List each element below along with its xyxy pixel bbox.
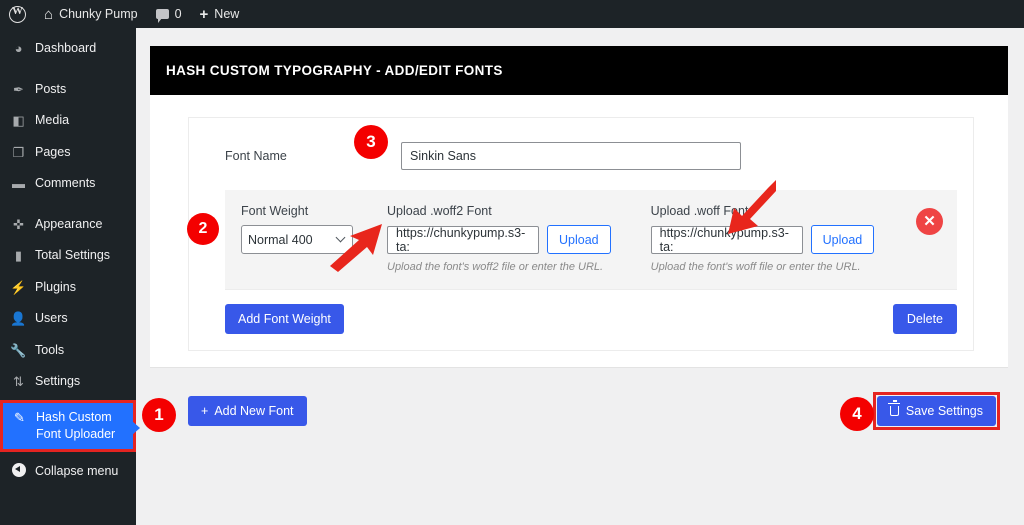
sidebar-item-plugins[interactable]: ⚡ Plugins (0, 272, 136, 304)
sidebar-item-label: Plugins (35, 279, 76, 294)
admin-bar: ⌂ Chunky Pump 0 + New (0, 0, 1024, 28)
main-content: HASH CUSTOM TYPOGRAPHY - ADD/EDIT FONTS … (136, 28, 1024, 525)
home-icon: ⌂ (44, 5, 54, 23)
save-settings-label: Save Settings (905, 404, 983, 418)
close-x-icon: ✕ (923, 213, 936, 230)
font-name-row: Font Name Sinkin Sans (189, 134, 973, 190)
woff-upload-button[interactable]: Upload (810, 225, 875, 254)
annotation-badge-3: 3 (354, 125, 388, 159)
media-icon: ◧ (12, 113, 25, 129)
woff2-field: Upload .woff2 Font https://chunkypump.s3… (387, 204, 611, 273)
sidebar-item-label: Comments (35, 176, 96, 191)
remove-font-weight-button[interactable]: ✕ (916, 208, 943, 235)
comment-bubble-icon (155, 9, 169, 23)
annotation-badge-1: 1 (142, 398, 176, 432)
sidebar-item-users[interactable]: 👤 Users (0, 303, 136, 335)
sidebar-item-settings[interactable]: ⇅ Settings (0, 366, 136, 398)
add-new-font-label: Add New Font (214, 404, 294, 418)
sidebar-item-tools[interactable]: 🔧 Tools (0, 335, 136, 367)
comments-button[interactable]: 0 (147, 0, 191, 28)
sidebar-item-appearance[interactable]: ✜ Appearance (0, 209, 136, 241)
plus-icon: + (201, 404, 209, 418)
comments-count: 0 (174, 7, 182, 21)
woff-hint: Upload the font's woff file or enter the… (650, 261, 861, 273)
page-title: HASH CUSTOM TYPOGRAPHY - ADD/EDIT FONTS (150, 46, 1008, 95)
trash-icon (888, 400, 901, 416)
admin-sidebar: ◕ Dashboard ✒ Posts ◧ Media ❐ Pages ▬ Co… (0, 28, 136, 525)
sidebar-item-label: Dashboard (35, 41, 97, 55)
sidebar-divider (0, 200, 136, 209)
dashboard-icon: ◕ (14, 41, 23, 56)
font-weight-block: Font Weight Normal 400 Upload .woff2 Fon (225, 190, 957, 289)
sidebar-item-label: Appearance (35, 216, 103, 231)
wordpress-logo-icon (9, 5, 26, 23)
new-label: New (214, 7, 240, 21)
collapse-menu-label: Collapse menu (35, 463, 119, 478)
add-new-font-button[interactable]: + Add New Font (188, 396, 307, 426)
bottom-action-bar: + Add New Font Save Settings (150, 392, 1008, 434)
site-name-label: Chunky Pump (59, 7, 138, 21)
comment-icon: ▬ (12, 176, 25, 192)
delete-font-button[interactable]: Delete (892, 304, 957, 334)
pin-icon: ✒ (13, 81, 24, 97)
annotation-badge-4: 4 (840, 397, 874, 431)
wrench-icon: 🔧 (10, 342, 27, 358)
sidebar-item-label: Settings (35, 374, 81, 389)
sidebar-item-dashboard[interactable]: ◕ Dashboard (0, 28, 136, 65)
font-weight-select-wrap: Normal 400 (241, 225, 353, 254)
sliders-icon: ⇅ (13, 374, 24, 390)
wordpress-logo-button[interactable] (0, 0, 35, 28)
collapse-arrow-icon (10, 462, 27, 482)
user-icon: 👤 (10, 311, 27, 327)
sidebar-item-total-settings[interactable]: ▮ Total Settings (0, 240, 136, 272)
sidebar-item-media[interactable]: ◧ Media (0, 105, 136, 137)
sidebar-item-label: Users (35, 311, 68, 326)
sidebar-item-hash-custom-font-uploader[interactable]: ✎ Hash Custom Font Uploader (0, 400, 136, 452)
sidebar-item-label: Media (35, 113, 70, 128)
sidebar-item-label: Posts (35, 81, 67, 96)
sidebar-item-label: Pages (35, 144, 71, 159)
add-font-weight-button[interactable]: Add Font Weight (225, 304, 344, 334)
font-card: Font Name Sinkin Sans Font Weight Normal… (188, 117, 974, 351)
site-name-button[interactable]: ⌂ Chunky Pump (35, 0, 147, 28)
pages-icon: ❐ (12, 144, 25, 160)
sidebar-item-comments[interactable]: ▬ Comments (0, 168, 136, 200)
sidebar-item-label: Tools (35, 342, 65, 357)
total-settings-icon: ▮ (14, 248, 23, 264)
woff-label: Upload .woff Font (650, 204, 749, 218)
new-content-button[interactable]: + New (191, 0, 249, 28)
woff-field: Upload .woff Font https://chunkypump.s3-… (650, 204, 875, 273)
font-weight-label: Font Weight (241, 204, 309, 218)
font-name-input[interactable]: Sinkin Sans (401, 142, 741, 170)
sidebar-item-label: Total Settings (35, 248, 111, 263)
pencil-icon: ✎ (14, 410, 25, 426)
sidebar-item-pages[interactable]: ❐ Pages (0, 137, 136, 169)
sidebar-item-posts[interactable]: ✒ Posts (0, 74, 136, 106)
woff2-hint: Upload the font's woff2 file or enter th… (387, 261, 604, 273)
sidebar-divider (0, 65, 136, 74)
brush-icon: ✜ (13, 216, 24, 232)
page-wrapper: HASH CUSTOM TYPOGRAPHY - ADD/EDIT FONTS … (150, 46, 1008, 434)
plus-icon: + (199, 5, 209, 23)
font-weight-select[interactable]: Normal 400 (241, 225, 353, 254)
plug-icon: ⚡ (10, 279, 27, 295)
woff2-url-input[interactable]: https://chunkypump.s3-ta: (387, 225, 539, 254)
collapse-menu-button[interactable]: Collapse menu (0, 456, 136, 489)
woff2-label: Upload .woff2 Font (387, 204, 492, 218)
woff-url-input[interactable]: https://chunkypump.s3-ta: (650, 225, 803, 254)
woff2-upload-button[interactable]: Upload (547, 225, 611, 254)
font-card-footer: Add Font Weight Delete (225, 289, 957, 350)
save-settings-button[interactable]: Save Settings (876, 396, 996, 426)
sidebar-item-label: Hash Custom Font Uploader (36, 410, 116, 441)
annotation-badge-2: 2 (187, 213, 219, 245)
font-weight-field: Font Weight Normal 400 (241, 204, 353, 254)
fonts-panel: Font Name Sinkin Sans Font Weight Normal… (150, 95, 1008, 368)
save-settings-highlight: Save Settings (872, 392, 1000, 430)
